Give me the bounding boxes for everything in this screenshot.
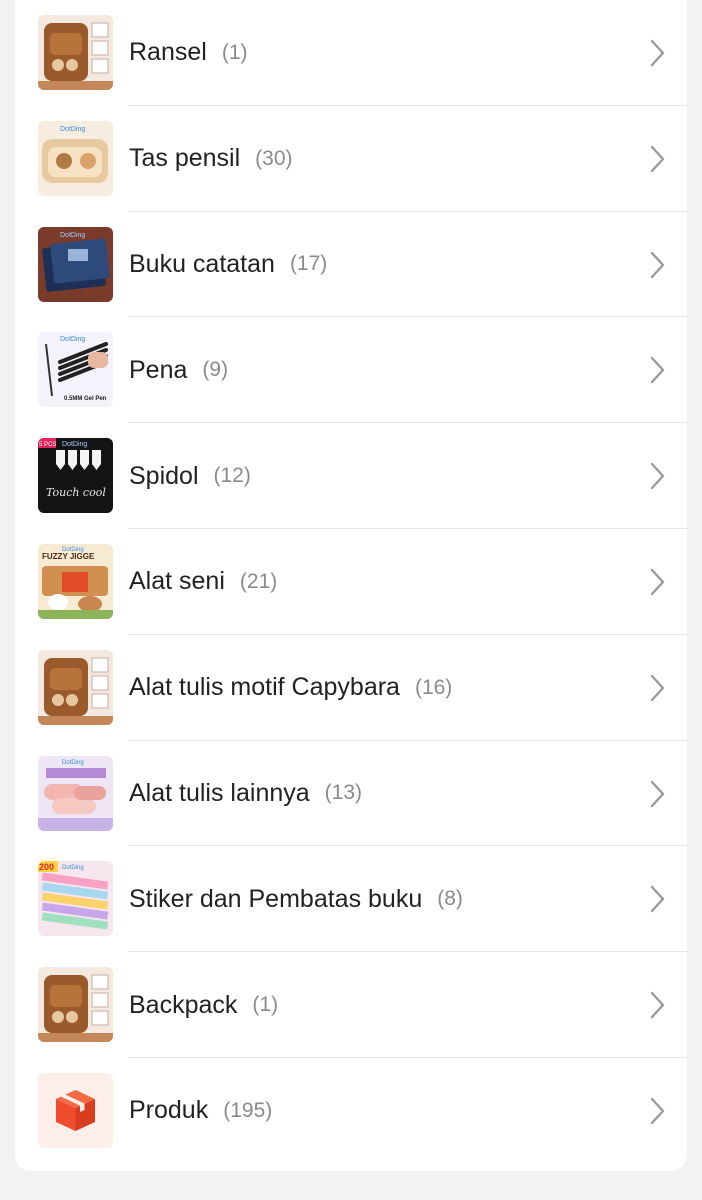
notebook-thumbnail: DotDing [38,226,113,302]
category-name: Buku catatan [129,249,275,278]
category-count: (30) [255,146,293,170]
brand-text: DotDing [62,441,87,448]
box-icon [38,1072,113,1148]
category-name: Stiker dan Pembatas buku [129,884,423,913]
chevron-right-icon [647,355,667,385]
category-count: (17) [289,252,328,276]
category-item-alat-seni[interactable]: DotDing FUZZY JIGGE Alat seni (21) [15,529,687,635]
category-count: (1) [252,993,279,1017]
category-count: (1) [221,40,248,64]
category-name: Ransel [129,38,207,67]
pen-caption: 0.5MM Gel Pen [64,396,107,402]
category-count: (9) [202,358,229,382]
marker-badge: 5 PCS [39,442,56,448]
category-count: (195) [223,1098,273,1122]
category-item-produk[interactable]: Produk (195) [15,1058,687,1164]
other-stationery-thumbnail: DotDing [38,755,113,831]
marker-thumbnail: 5 PCS DotDing Touch cool [38,438,113,514]
category-name: Spidol [129,461,199,490]
category-item-ransel[interactable]: Ransel (1) [15,0,687,106]
category-item-stiker-dan-pembatas-buku[interactable]: 200 DotDing Stiker dan Pembatas buku (8) [15,846,687,953]
category-name: Tas pensil [129,144,241,173]
category-item-backpack[interactable]: Backpack (1) [15,952,687,1058]
category-count: (13) [324,781,363,805]
brand-text: DotDing [62,760,84,766]
category-item-buku-catatan[interactable]: DotDing Buku catatan (17) [15,212,687,318]
capybara-stationery-thumbnail [38,649,113,725]
art-tools-thumbnail: DotDing FUZZY JIGGE [38,543,113,619]
category-name: Pena [129,355,188,384]
category-count: (16) [414,675,453,699]
category-name: Alat seni [129,567,225,596]
category-count: (21) [239,569,278,593]
pencil-case-thumbnail: DotDing [38,120,113,196]
category-item-pena[interactable]: DotDing 0.5MM Gel Pen Pena (9) [15,317,687,424]
chevron-right-icon [647,884,667,914]
category-item-alat-tulis-motif-capybara[interactable]: Alat tulis motif Capybara (16) [15,635,687,741]
marker-caption: Touch cool [46,486,106,499]
category-name: Backpack [129,990,238,1019]
category-list-card: Ransel (1) DotDing Tas pensil (30) DotDi… [15,0,687,1171]
category-name: Produk [129,1096,209,1125]
chevron-right-icon [647,990,667,1020]
art-caption: FUZZY JIGGE [42,552,95,561]
category-list: Ransel (1) DotDing Tas pensil (30) DotDi… [15,0,687,1164]
brand-text: DotDing [62,865,84,871]
backpack-thumbnail [38,967,113,1043]
brand-text: DotDing [60,126,85,133]
chevron-right-icon [647,673,667,703]
chevron-right-icon [647,567,667,597]
category-count: (8) [437,887,463,911]
stickers-bookmarks-thumbnail: 200 DotDing [38,861,113,937]
category-name: Alat tulis motif Capybara [129,673,400,702]
chevron-right-icon [647,38,667,68]
brand-text: DotDing [60,232,85,239]
sticker-badge: 200 [39,862,54,872]
category-name: Alat tulis lainnya [129,778,310,807]
chevron-right-icon [647,144,667,174]
category-count: (12) [213,464,251,488]
category-item-spidol[interactable]: 5 PCS DotDing Touch cool Spidol (12) [15,423,687,529]
chevron-right-icon [647,250,667,280]
chevron-right-icon [647,461,667,491]
category-item-tas-pensil[interactable]: DotDing Tas pensil (30) [15,106,687,212]
category-item-alat-tulis-lainnya[interactable]: DotDing Alat tulis lainnya (13) [15,741,687,847]
chevron-right-icon [647,1096,667,1126]
backpack-thumbnail [38,15,113,90]
brand-text: DotDing [60,336,85,343]
pen-thumbnail: DotDing 0.5MM Gel Pen [38,332,113,408]
chevron-right-icon [647,779,667,809]
